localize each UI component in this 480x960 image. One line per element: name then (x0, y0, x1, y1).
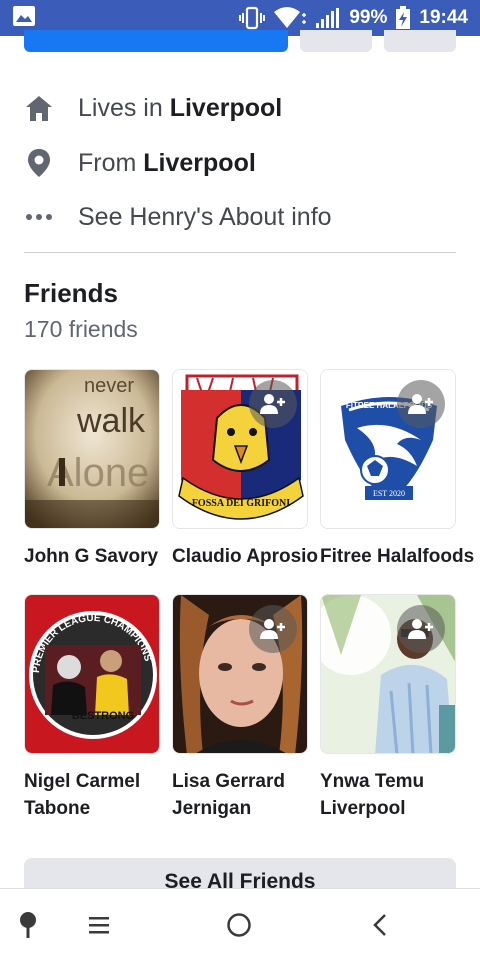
add-friend-button[interactable] (249, 380, 297, 428)
clock-time: 19:44 (419, 7, 468, 28)
add-friend-button[interactable] (397, 380, 445, 428)
home-icon (24, 93, 54, 123)
profile-action-buttons (24, 30, 456, 52)
battery-charging-icon (395, 6, 411, 30)
pin-icon[interactable] (10, 907, 46, 943)
friend-photo[interactable] (172, 594, 308, 754)
photo-text-walk: walk (76, 402, 146, 440)
photo-text-never: never (84, 375, 134, 397)
more-dots-icon (24, 202, 54, 232)
from-text: From Liverpool (78, 149, 256, 178)
signal-icon (315, 7, 341, 29)
friend-card[interactable]: PREMIER LEAGUE CHAMPIONS BESTRONG Nigel … (24, 594, 164, 822)
back-icon[interactable] (362, 907, 398, 943)
friend-card[interactable]: FITREE HALALFOODS EST 2020 Fitree Halalf… (320, 369, 474, 570)
friend-name[interactable]: Claudio Aprosio (172, 543, 318, 570)
add-friend-icon (408, 394, 433, 414)
lives-in-city: Liverpool (169, 93, 283, 122)
friend-name-line2: Jernigan (172, 798, 252, 819)
friend-photo[interactable]: FOSSA DEI GRIFONI (172, 369, 308, 529)
friend-name[interactable]: Lisa Gerrard Jernigan (172, 768, 312, 822)
primary-action-button[interactable] (24, 30, 288, 52)
friends-heading: Friends (24, 278, 118, 308)
section-divider (24, 252, 456, 253)
friend-name-line1: Ynwa Temu (320, 771, 425, 792)
friend-card[interactable]: Lisa Gerrard Jernigan (172, 594, 312, 822)
from-prefix: From (78, 148, 144, 177)
friend-name-line1: Lisa Gerrard (172, 771, 285, 792)
friend-photo[interactable]: PREMIER LEAGUE CHAMPIONS BESTRONG (24, 594, 160, 754)
friend-name-line2: Tabone (24, 798, 91, 819)
photo-text-fossa: FOSSA DEI GRIFONI (192, 498, 290, 509)
about-info-text: See Henry's About info (78, 202, 332, 231)
more-action-button[interactable] (384, 30, 456, 52)
battery-text: 99% (349, 7, 388, 28)
friends-count: 170 friends (24, 316, 138, 342)
menu-icon[interactable] (81, 907, 117, 943)
friend-photo[interactable] (320, 594, 456, 754)
from-city: Liverpool (143, 148, 256, 177)
location-pin-icon (24, 148, 54, 178)
friend-photo[interactable]: never walk Alone (24, 369, 160, 529)
add-friend-icon (260, 394, 285, 414)
lives-in-prefix: Lives in (78, 93, 170, 122)
image-icon (12, 5, 36, 32)
friend-name[interactable]: Fitree Halalfoods (320, 543, 474, 570)
home-circle-icon[interactable] (221, 907, 257, 943)
add-friend-button[interactable] (397, 605, 445, 653)
friend-name-line1: Nigel Carmel (24, 771, 141, 792)
friend-card[interactable]: FOSSA DEI GRIFONI Claudio Aprosio (172, 369, 318, 570)
add-friend-icon (408, 619, 433, 639)
friend-name[interactable]: Ynwa Temu Liverpool (320, 768, 460, 822)
intro-from: From Liverpool (24, 143, 456, 183)
photo-text-est: EST 2020 (373, 489, 405, 498)
friend-name[interactable]: John G Savory (24, 543, 164, 570)
friend-card[interactable]: Ynwa Temu Liverpool (320, 594, 460, 822)
secondary-action-button[interactable] (300, 30, 372, 52)
wifi-icon (273, 6, 307, 30)
lives-in-text: Lives in Liverpool (78, 94, 282, 123)
add-friend-button[interactable] (249, 605, 297, 653)
friend-name-line2: Liverpool (320, 798, 406, 819)
friend-card[interactable]: never walk Alone John G Savory (24, 369, 164, 570)
friend-name[interactable]: Nigel Carmel Tabone (24, 768, 164, 822)
see-about-info-link[interactable]: See Henry's About info (24, 197, 456, 237)
photo-text-bestrong: BESTRONG (72, 710, 134, 722)
status-left (12, 5, 36, 32)
vibrate-icon (239, 6, 266, 30)
friend-photo[interactable]: FITREE HALALFOODS EST 2020 (320, 369, 456, 529)
intro-lives-in: Lives in Liverpool (24, 88, 456, 128)
status-right: 99% 19:44 (239, 6, 468, 30)
add-friend-icon (260, 619, 285, 639)
android-nav-bar (0, 888, 480, 960)
